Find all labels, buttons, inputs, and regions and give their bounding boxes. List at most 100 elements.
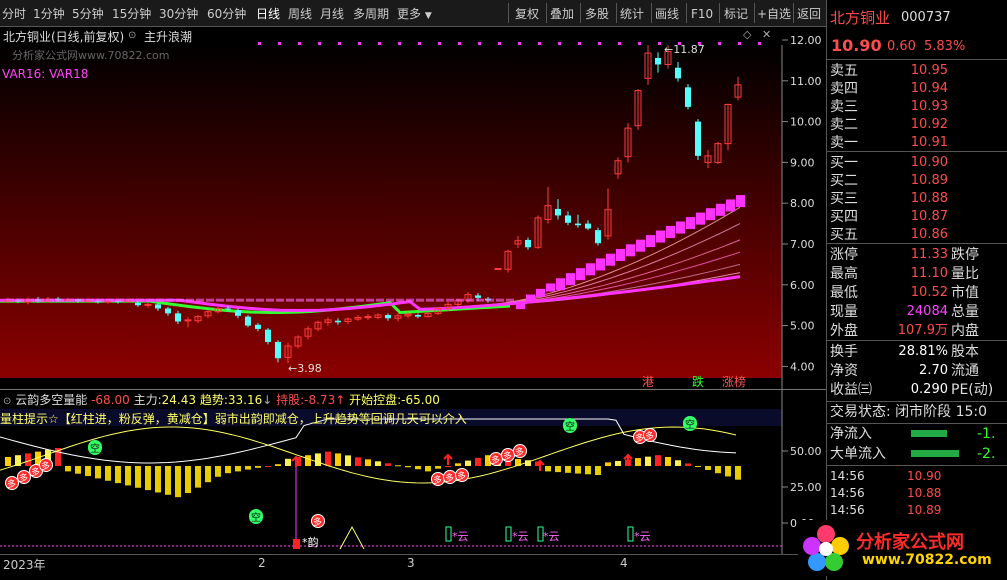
- band-block: [686, 217, 695, 230]
- volume-bar: [305, 455, 311, 466]
- chart-title: 北方铜业(日线,前复权): [3, 30, 125, 44]
- kline-chart[interactable]: 12.0011.0010.009.008.007.006.005.004.00: [0, 27, 826, 389]
- adjust-button[interactable]: 复权: [515, 5, 539, 23]
- yun-marker: *云: [634, 530, 651, 543]
- band-block: [696, 212, 705, 225]
- volume-bar: [665, 457, 671, 466]
- tab-1min[interactable]: 1分钟: [33, 5, 65, 23]
- band-block: [306, 298, 314, 302]
- kk-value: -65.00: [401, 393, 440, 407]
- volume-bar: [65, 466, 71, 472]
- flow-label: 净流入: [830, 426, 872, 442]
- draw-button[interactable]: 画线: [655, 5, 679, 23]
- volume-bar: [265, 466, 271, 467]
- tab-30min[interactable]: 30分钟: [159, 5, 198, 23]
- site-logo: 分析家公式网 www.70822.com: [798, 520, 1007, 576]
- volume-bar: [25, 453, 31, 466]
- band-block: [346, 298, 354, 302]
- yun-marker: *云: [452, 530, 469, 543]
- overlay-button[interactable]: 叠加: [550, 5, 574, 23]
- volume-bar: [465, 460, 471, 466]
- volume-bar: [475, 457, 481, 466]
- bid-row-value: 10.89: [910, 173, 948, 188]
- tab-multi-period[interactable]: 多周期: [353, 5, 389, 23]
- candle-body: [235, 310, 241, 316]
- band-block: [206, 298, 214, 302]
- duo-marker-label: 多: [491, 454, 500, 466]
- diamond-icon[interactable]: ◇: [743, 28, 751, 41]
- band-block: [96, 298, 104, 302]
- volume-bar: [455, 463, 461, 466]
- stat-row-value: 11.33: [910, 247, 948, 262]
- stock-name-row: 北方铜业 000737: [827, 8, 1007, 30]
- volume-bar: [355, 457, 361, 466]
- tab-monthly[interactable]: 月线: [320, 5, 344, 23]
- band-block: [466, 298, 474, 302]
- candle-body: [475, 295, 481, 298]
- yun-marker: *云: [512, 530, 529, 543]
- duo-marker-label: 多: [457, 470, 466, 482]
- tab-more[interactable]: 更多 ▼: [397, 5, 432, 23]
- tab-15min[interactable]: 15分钟: [112, 5, 151, 23]
- cg-value: -8.73: [304, 393, 336, 407]
- volume-bar: [345, 455, 351, 466]
- stat-row-value: 0.290: [910, 382, 948, 397]
- band-block: [176, 298, 184, 302]
- tab-60min[interactable]: 60分钟: [207, 5, 246, 23]
- stat-row-right: PE(动): [951, 382, 994, 398]
- tick-row: 14:56 10.89: [827, 500, 1007, 520]
- volume-bar: [585, 466, 591, 475]
- tag-fall[interactable]: 跌: [692, 373, 704, 390]
- band-block: [616, 248, 625, 261]
- candle-body: [135, 302, 141, 306]
- tag-hk[interactable]: 港: [642, 373, 654, 390]
- volume-bar: [145, 466, 151, 491]
- kong-marker: 空: [563, 418, 577, 433]
- candle-body: [364, 316, 372, 319]
- ask-row-value: 10.94: [910, 81, 948, 96]
- indicator-name[interactable]: 主升浪潮: [144, 28, 192, 45]
- tab-daily[interactable]: 日线: [256, 5, 280, 23]
- bid-row-label: 买三: [830, 191, 858, 207]
- ask-row-value: 10.91: [910, 135, 948, 150]
- tab-weekly[interactable]: 周线: [288, 5, 312, 23]
- volume-bar: [635, 458, 641, 466]
- ask-row-value: 10.92: [910, 117, 948, 132]
- bid-row-value: 10.88: [910, 191, 948, 206]
- multi-stock-button[interactable]: 多股: [585, 5, 609, 23]
- candle-body: [575, 223, 581, 226]
- add-watchlist-button[interactable]: +自选: [757, 5, 791, 23]
- back-button[interactable]: 返回: [797, 5, 821, 23]
- dropdown-icon[interactable]: ⊙: [128, 30, 136, 41]
- f10-button[interactable]: F10: [691, 5, 713, 23]
- close-icon[interactable]: ✕: [762, 28, 771, 41]
- volume-bar: [645, 456, 651, 466]
- indicator-hint: 量柱提示☆【红柱进，粉反弹，黄减仓】弱市出韵即减仓，上升趋势等回调几天可以介入: [0, 412, 467, 426]
- logo-url: www.70822.com: [862, 552, 992, 568]
- bid-row-label: 买五: [830, 227, 858, 243]
- stat-row-label: 最低: [830, 285, 858, 301]
- tab-intraday[interactable]: 分时: [2, 5, 26, 23]
- tab-5min[interactable]: 5分钟: [72, 5, 104, 23]
- dropdown-icon[interactable]: ⊙: [3, 396, 11, 407]
- volume-bar: [225, 466, 231, 474]
- mark-button[interactable]: 标记: [724, 5, 748, 23]
- band-block: [516, 301, 525, 310]
- trade-state: 交易状态: 闭市阶段 15:0: [830, 404, 988, 420]
- band-block: [626, 244, 635, 257]
- stat-row: 外盘 107.9万 内盘: [827, 321, 1007, 341]
- indicator-title[interactable]: 云韵多空量能: [15, 393, 87, 407]
- volume-bar: [175, 466, 181, 498]
- price-change-pct: 5.83%: [924, 39, 966, 54]
- ask-row: 卖五 10.95: [827, 61, 1007, 81]
- volume-bar: [715, 466, 721, 474]
- band-block: [16, 298, 24, 302]
- tag-rank[interactable]: 涨榜: [722, 373, 746, 390]
- stat-row-label: 涨停: [830, 247, 858, 263]
- volume-bar: [195, 466, 201, 488]
- volume-bar: [685, 463, 691, 466]
- volume-bar: [445, 466, 451, 467]
- stats-button[interactable]: 统计: [620, 5, 644, 23]
- duo-marker-label: 多: [515, 446, 524, 458]
- candle-body: [385, 314, 391, 319]
